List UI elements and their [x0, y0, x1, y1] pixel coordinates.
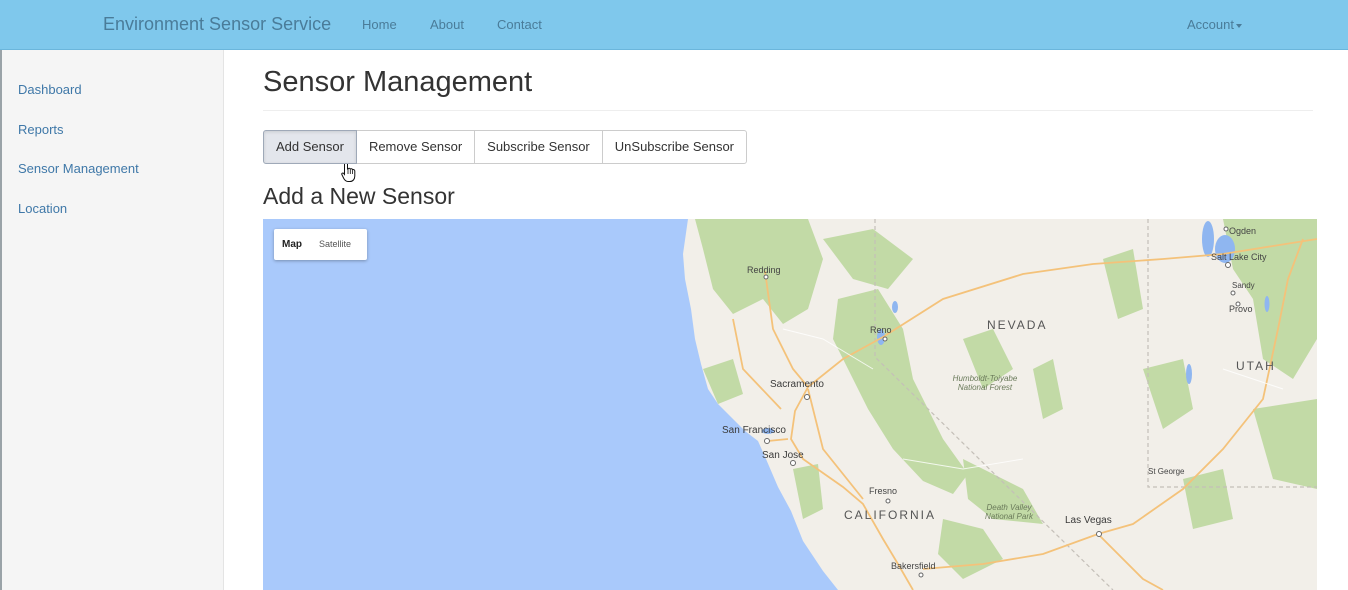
map-label-san-jose: San Jose — [762, 450, 804, 461]
map-label-death-valley: Death Valley National Park — [984, 503, 1034, 521]
map-label-nevada: NEVADA — [987, 318, 1048, 332]
map-label-reno: Reno — [870, 325, 892, 335]
map-type-control: Map Satellite — [274, 229, 367, 260]
map-label-las-vegas: Las Vegas — [1065, 515, 1112, 526]
map-label-ogden: Ogden — [1229, 226, 1257, 236]
account-dropdown[interactable]: Account — [1187, 17, 1242, 32]
map-label-sacramento: Sacramento — [770, 379, 824, 390]
unsubscribe-sensor-button[interactable]: UnSubscribe Sensor — [601, 130, 748, 164]
sidebar: Dashboard Reports Sensor Management Loca… — [2, 50, 224, 590]
title-divider — [263, 110, 1313, 111]
sidebar-item-location[interactable]: Location — [18, 201, 67, 216]
nav-contact-link[interactable]: Contact — [497, 17, 542, 32]
map-type-satellite-button[interactable]: Satellite — [319, 239, 351, 249]
map-label-san-francisco: San Francisco — [722, 425, 786, 436]
subscribe-sensor-button[interactable]: Subscribe Sensor — [474, 130, 603, 164]
map-type-map-button[interactable]: Map — [282, 239, 302, 250]
sidebar-item-reports[interactable]: Reports — [18, 122, 64, 137]
map-label-fresno: Fresno — [869, 486, 898, 496]
map-label-sandy: Sandy — [1232, 281, 1255, 290]
map-label-humboldt-forest: Humboldt-Toiyabe National Forest — [952, 374, 1018, 392]
caret-down-icon — [1235, 23, 1242, 28]
sensor-action-button-group: Add Sensor Remove Sensor Subscribe Senso… — [263, 130, 748, 164]
map-label-provo: Provo — [1229, 304, 1253, 314]
map-label-redding: Redding — [747, 265, 781, 275]
top-navbar: Environment Sensor Service Home About Co… — [0, 0, 1348, 50]
map-label-st-george: St George — [1148, 467, 1185, 476]
sidebar-item-sensor-management[interactable]: Sensor Management — [18, 161, 139, 176]
location-map[interactable]: Redding Reno Sacramento San Francisco Sa… — [263, 219, 1317, 590]
section-title: Add a New Sensor — [263, 183, 455, 209]
sidebar-item-dashboard[interactable]: Dashboard — [18, 82, 82, 97]
map-canvas[interactable] — [263, 219, 1317, 590]
nav-about-link[interactable]: About — [430, 17, 464, 32]
map-label-bakersfield: Bakersfield — [891, 561, 936, 571]
account-label: Account — [1187, 17, 1234, 32]
map-label-california: CALIFORNIA — [844, 508, 937, 522]
brand-link[interactable]: Environment Sensor Service — [103, 14, 331, 35]
remove-sensor-button[interactable]: Remove Sensor — [355, 130, 476, 164]
page-title: Sensor Management — [263, 66, 533, 98]
map-label-utah: UTAH — [1236, 359, 1276, 373]
nav-home-link[interactable]: Home — [362, 17, 397, 32]
add-sensor-button[interactable]: Add Sensor — [263, 130, 357, 164]
map-label-salt-lake-city: Salt Lake City — [1211, 252, 1267, 262]
